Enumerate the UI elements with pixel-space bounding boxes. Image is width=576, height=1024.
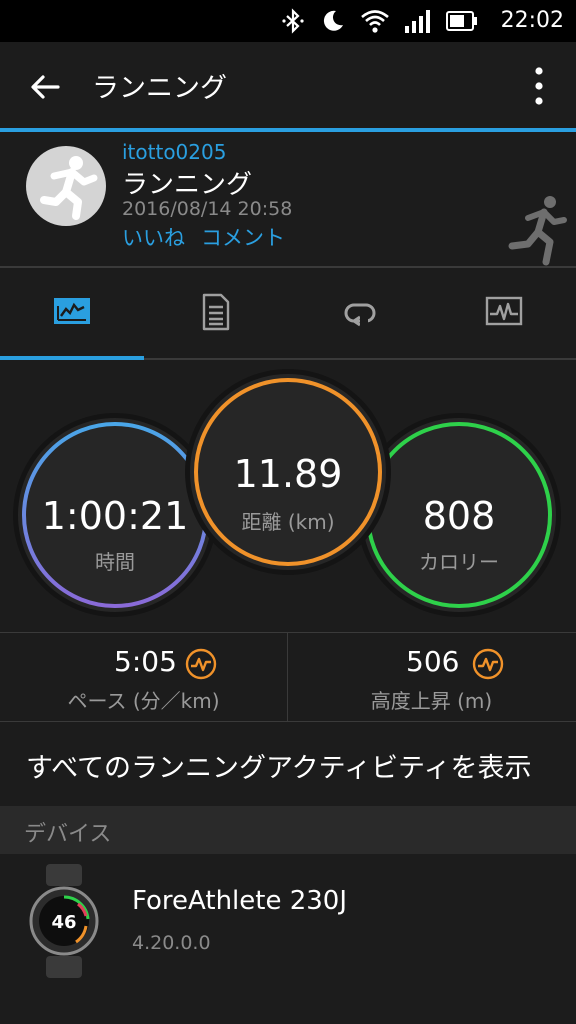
tab-overview[interactable] bbox=[0, 268, 144, 356]
device-row[interactable]: 46 ForeAthlete 230J 4.20.0.0 bbox=[0, 854, 576, 984]
app-bar: ランニング bbox=[0, 42, 576, 128]
calories-ring: 808 カロリー bbox=[362, 418, 556, 612]
time-value: 1:00:21 bbox=[41, 494, 189, 538]
distance-label: 距離 (km) bbox=[190, 506, 386, 535]
activity-header: itotto0205 ランニング 2016/08/14 20:58 いいね コメ… bbox=[0, 132, 576, 268]
device-name: ForeAthlete 230J bbox=[132, 886, 348, 916]
activity-title: ランニング bbox=[122, 170, 253, 200]
status-bar: 22:02 bbox=[0, 0, 576, 42]
elevation-label: 高度上昇 (m) bbox=[370, 689, 493, 713]
tab-bar bbox=[0, 268, 576, 360]
device-version: 4.20.0.0 bbox=[132, 932, 211, 954]
chart-icon bbox=[485, 296, 523, 326]
comment-link[interactable]: コメント bbox=[201, 222, 285, 252]
distance-label-text: 距離 bbox=[241, 510, 282, 534]
bluetooth-icon bbox=[282, 8, 304, 34]
wifi-icon bbox=[361, 10, 389, 33]
devices-section-header: デバイス bbox=[0, 806, 576, 854]
activity-datetime: 2016/08/14 20:58 bbox=[122, 198, 293, 220]
tab-laps[interactable] bbox=[288, 268, 432, 356]
all-activities-button[interactable]: すべてのランニングアクティビティを表示 bbox=[0, 720, 576, 807]
signal-icon bbox=[405, 10, 430, 33]
moon-icon bbox=[323, 10, 343, 31]
pace-label: ペース (分／km) bbox=[67, 689, 220, 713]
runner-avatar-icon bbox=[40, 156, 98, 220]
watch-icon: 46 bbox=[29, 864, 99, 978]
stats-row: 5:05 ペース (分／km) 506 高度上昇 (m) bbox=[0, 632, 576, 722]
elevation-stat[interactable]: 506 高度上昇 (m) bbox=[288, 633, 575, 721]
distance-ring: 11.89 距離 (km) bbox=[190, 374, 386, 570]
devices-section-label: デバイス bbox=[24, 822, 112, 847]
laps-icon bbox=[344, 303, 376, 327]
time-ring: 1:00:21 時間 bbox=[18, 418, 212, 612]
distance-value: 11.89 bbox=[233, 452, 343, 496]
watch-screen-value: 46 bbox=[51, 912, 76, 933]
pace-stat[interactable]: 5:05 ペース (分／km) bbox=[0, 633, 287, 721]
calories-label: カロリー bbox=[419, 550, 499, 574]
tab-charts[interactable] bbox=[432, 268, 576, 356]
pace-value: 5:05 bbox=[114, 645, 177, 678]
elevation-trend-icon bbox=[472, 648, 504, 680]
pace-trend-icon bbox=[185, 648, 217, 680]
back-arrow-icon[interactable] bbox=[28, 70, 62, 104]
like-link[interactable]: いいね bbox=[122, 222, 185, 252]
status-icons bbox=[280, 8, 478, 34]
calories-value: 808 bbox=[422, 494, 496, 538]
distance-unit: (km) bbox=[287, 510, 335, 534]
battery-icon bbox=[446, 11, 477, 31]
overflow-menu-icon[interactable] bbox=[532, 66, 546, 106]
status-time: 22:02 bbox=[500, 8, 564, 33]
metrics-panel: 1:00:21 時間 808 カロリー 11.89 距離 (km) bbox=[0, 360, 576, 630]
overview-icon bbox=[54, 298, 90, 324]
time-label: 時間 bbox=[95, 550, 135, 574]
elevation-value: 506 bbox=[406, 645, 460, 678]
activity-username[interactable]: itotto0205 bbox=[122, 140, 226, 164]
activity-avatar bbox=[26, 146, 106, 226]
page-title: ランニング bbox=[92, 73, 227, 104]
running-watermark-icon bbox=[508, 196, 567, 266]
all-activities-label: すべてのランニングアクティビティを表示 bbox=[26, 753, 532, 784]
tab-details[interactable] bbox=[144, 268, 288, 356]
activity-actions: いいね コメント bbox=[122, 222, 285, 252]
details-icon bbox=[202, 293, 230, 331]
